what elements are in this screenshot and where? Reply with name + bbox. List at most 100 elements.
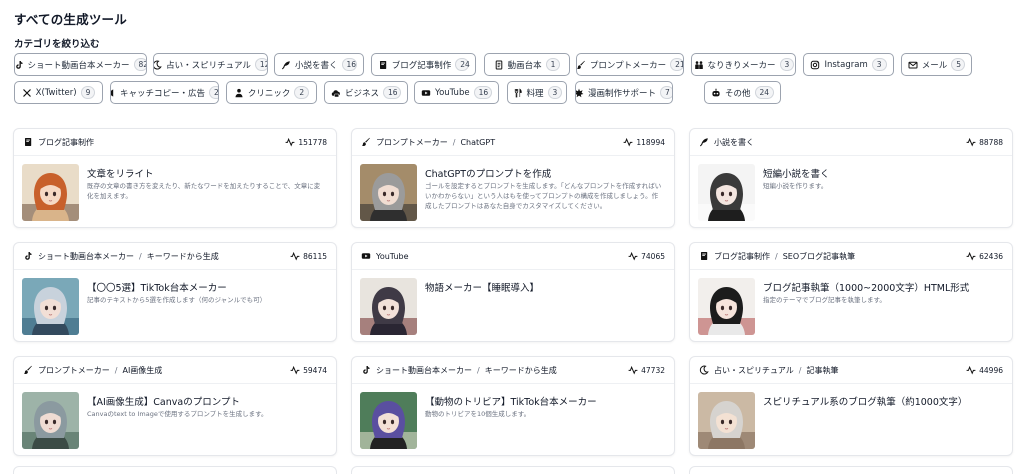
x-icon <box>22 88 32 98</box>
category-chip-label: ビジネス <box>345 88 380 99</box>
tool-card-description: 指定のテーマでブログ記事を執筆します。 <box>763 296 886 304</box>
tool-card-title: 物語メーカー【睡眠導入】 <box>425 283 540 294</box>
category-chip-label: プロンプトメーカー <box>589 60 667 71</box>
card-subcategory[interactable]: キーワードから生成 <box>485 365 557 376</box>
tool-card-title: 【AI画像生成】Canvaのプロンプト <box>87 397 240 408</box>
card-subcategory[interactable]: キーワードから生成 <box>147 251 219 262</box>
usage-count: 118994 <box>623 137 665 147</box>
tool-card[interactable]: ショート動画台本メーカー / キーワードから生成 47732 【動物のトリビア】TikT… <box>351 356 675 456</box>
usage-count-value: 44996 <box>979 365 1003 375</box>
filter-label: カテゴリを絞り込む <box>14 39 100 50</box>
usage-count: 74065 <box>628 251 665 261</box>
tool-thumbnail <box>22 278 79 335</box>
category-chip[interactable]: なりきりメーカー 3 <box>691 53 796 76</box>
tool-card-description: 既存の文章の書き方を変えたり、新たなワードを加えたりすることで、文章に変化を加え… <box>87 182 321 200</box>
card-category[interactable]: 小説を書く <box>714 137 754 148</box>
tool-card-header: ショート動画台本メーカー / キーワードから生成 86115 <box>14 243 336 270</box>
category-count-badge: 16 <box>473 86 492 99</box>
tool-thumbnail <box>698 392 755 449</box>
feather-pen-icon <box>281 60 291 70</box>
category-chip-label: 占い・スピリチュアル <box>166 60 251 71</box>
category-chip[interactable]: 小説を書く 16 <box>274 53 364 76</box>
usage-count-value: 47732 <box>641 365 665 375</box>
category-chip[interactable]: クリニック 2 <box>226 81 317 104</box>
category-count-badge: 5 <box>951 58 966 71</box>
breadcrumb-separator: / <box>452 137 456 147</box>
card-category[interactable]: YouTube <box>376 252 409 261</box>
tool-card[interactable]: ブログ記事制作 / SEOブログ記事執筆 62436 ブログ記事執筆（1000~2000… <box>689 242 1013 342</box>
category-count-badge: 9 <box>80 86 96 99</box>
category-chip[interactable]: メール 5 <box>901 53 972 76</box>
card-subcategory[interactable]: AI画像生成 <box>122 365 162 376</box>
tool-card[interactable]: プロンプトメーカー / AI画像生成 59474 【AI画像生成】Canvaのプロンプト… <box>13 356 337 456</box>
tool-card[interactable]: 小説を書く 88788 短編小説を書く 短編小説を作ります。 <box>689 128 1013 228</box>
usage-count: 59474 <box>290 365 327 375</box>
usage-count-value: 59474 <box>303 365 327 375</box>
tool-card-title: スピリチュアル系のブログ執筆（約1000文字） <box>763 397 968 408</box>
category-chip[interactable]: 占い・スピリチュアル126 <box>153 53 268 76</box>
category-chip[interactable]: 動画台本 1 <box>484 53 570 76</box>
usage-count: 62436 <box>966 251 1003 261</box>
moon-icon <box>154 60 162 70</box>
category-chip[interactable]: Instagram 3 <box>803 53 894 76</box>
brush-icon <box>577 60 586 70</box>
usage-count: 151778 <box>285 137 327 147</box>
category-chip[interactable]: 料理 3 <box>507 81 567 104</box>
tool-card-header: 占い・スピリチュアル / 記事執筆 44996 <box>690 357 1012 384</box>
card-category[interactable]: ブログ記事制作 <box>38 137 94 148</box>
category-chip[interactable]: ショート動画台本メーカー82 <box>14 53 147 76</box>
card-category[interactable]: ショート動画台本メーカー <box>38 251 134 262</box>
page-title: すべての生成ツール <box>14 12 127 27</box>
breadcrumb-separator: / <box>477 365 480 375</box>
tool-card[interactable]: ブログ記事制作 151778 文章をリライト既存の文章の書き方を変えたり、新たなワー… <box>13 128 337 228</box>
card-subcategory[interactable]: ChatGPT <box>460 138 495 147</box>
tool-card-partial[interactable] <box>13 466 337 474</box>
people-icon <box>694 60 704 70</box>
tool-card-partial[interactable] <box>351 466 675 474</box>
category-chip-label: ブログ記事制作 <box>391 60 452 71</box>
tool-card[interactable]: YouTube 74065 物語メーカー【睡眠導入】 <box>351 242 675 342</box>
card-category[interactable]: ショート動画台本メーカー <box>376 365 472 376</box>
tool-card-header: ブログ記事制作 151778 <box>14 129 336 156</box>
category-chip[interactable]: 漫画制作サポート 7 <box>575 81 673 104</box>
tool-card[interactable]: ショート動画台本メーカー / キーワードから生成 86115 【〇〇5選】TikTok台… <box>13 242 337 342</box>
category-chip-label: X(Twitter) <box>35 87 77 98</box>
card-category[interactable]: プロンプトメーカー <box>38 365 110 376</box>
cloud-business-icon <box>331 88 341 98</box>
card-category[interactable]: プロンプトメーカー <box>376 137 448 148</box>
breadcrumb-separator: / <box>114 365 118 375</box>
usage-count-value: 151778 <box>298 137 327 147</box>
card-category[interactable]: 占い・スピリチュアル <box>714 365 794 376</box>
card-subcategory[interactable]: 記事執筆 <box>806 365 838 376</box>
usage-count: 44996 <box>966 365 1003 375</box>
activity-icon <box>285 137 295 147</box>
category-chip[interactable]: その他 24 <box>704 81 781 104</box>
category-chip[interactable]: X(Twitter) 9 <box>14 81 103 104</box>
category-count-badge: 3 <box>871 58 887 71</box>
usage-count-value: 118994 <box>636 137 665 147</box>
tool-card-title: 【動物のトリビア】TikTok台本メーカー <box>425 397 597 408</box>
activity-icon <box>628 365 638 375</box>
tool-card[interactable]: プロンプトメーカー / ChatGPT 118994 ChatGPTのプロンプトを作成ゴ… <box>351 128 675 228</box>
category-chip-label: YouTube <box>435 87 470 98</box>
usage-count-value: 74065 <box>641 251 665 261</box>
category-chip[interactable]: ブログ記事制作 24 <box>371 53 476 76</box>
tool-card[interactable]: 占い・スピリチュアル / 記事執筆 44996 スピリチュアル系のブログ執筆（約1000… <box>689 356 1013 456</box>
tool-card-description: Canvaのtext to Imageで使用するプロンプトを生成します。 <box>87 410 268 418</box>
tool-thumbnail <box>360 278 417 335</box>
category-chip-label: その他 <box>725 88 751 99</box>
tool-card-title: 文章をリライト <box>87 169 154 180</box>
category-chip[interactable]: キャッチコピー・広告22 <box>110 81 219 104</box>
tool-card-title: ブログ記事執筆（1000~2000文字）HTML形式 <box>763 283 970 294</box>
activity-icon <box>966 365 976 375</box>
category-chip[interactable]: YouTube 16 <box>414 81 499 104</box>
tool-card-header: プロンプトメーカー / AI画像生成 59474 <box>14 357 336 384</box>
tool-card-header: ブログ記事制作 / SEOブログ記事執筆 62436 <box>690 243 1012 270</box>
card-subcategory[interactable]: SEOブログ記事執筆 <box>783 251 855 262</box>
category-chip[interactable]: ビジネス 16 <box>324 81 408 104</box>
utensils-icon <box>513 88 523 98</box>
card-category[interactable]: ブログ記事制作 <box>714 251 770 262</box>
category-chip[interactable]: プロンプトメーカー 21 <box>576 53 684 76</box>
tool-card-partial[interactable] <box>689 466 1013 474</box>
tiktok-icon <box>23 251 33 261</box>
